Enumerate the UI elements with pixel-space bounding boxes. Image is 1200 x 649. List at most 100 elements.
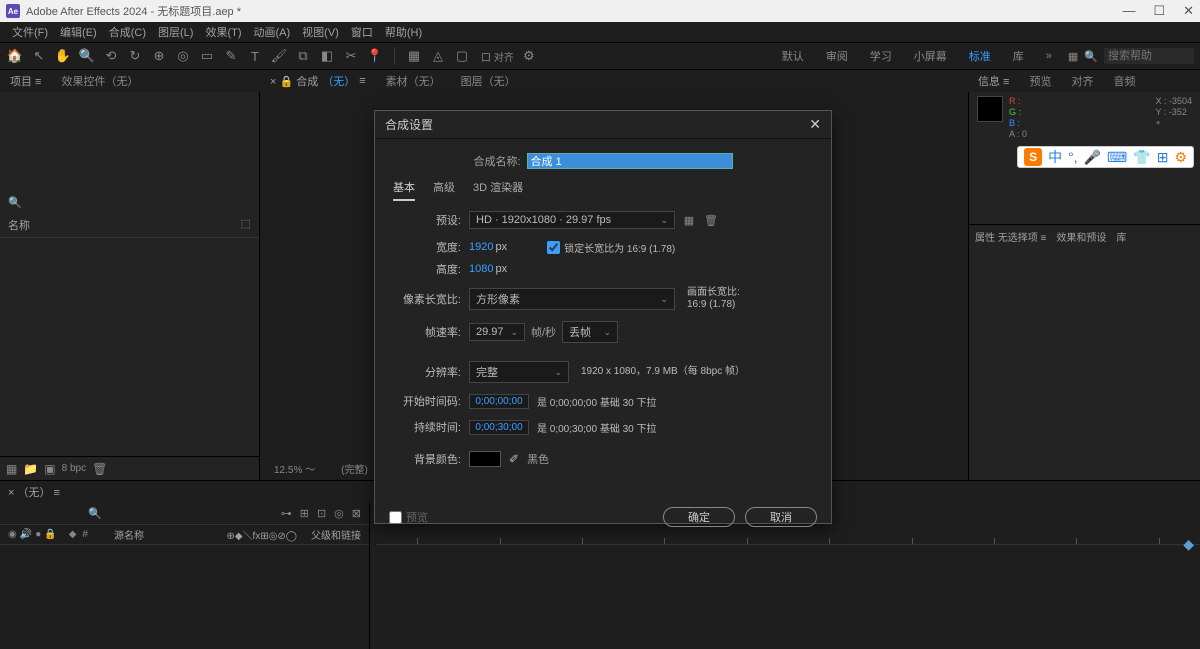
- ime-skin-icon[interactable]: 👕: [1133, 149, 1150, 166]
- pen-tool-icon[interactable]: ✎: [222, 47, 240, 65]
- preset-save-icon[interactable]: ▦: [681, 212, 697, 228]
- timeline-tab[interactable]: × （无） ≡: [8, 484, 60, 500]
- workspace-grid-icon[interactable]: ▦: [1068, 50, 1078, 63]
- ime-lang-icon[interactable]: 中: [1048, 147, 1062, 167]
- menu-effect[interactable]: 效果(T): [199, 22, 247, 42]
- effects-presets-tab[interactable]: 效果和预设: [1056, 229, 1106, 244]
- workspace-default[interactable]: 默认: [782, 48, 804, 64]
- ime-punct-icon[interactable]: °,: [1068, 149, 1078, 165]
- ime-toolbox-icon[interactable]: ⊞: [1157, 149, 1169, 166]
- preset-dropdown[interactable]: HD · 1920x1080 · 29.97 fps⌄: [469, 211, 675, 229]
- tl-solo-icon[interactable]: ●: [35, 529, 41, 540]
- brush-tool-icon[interactable]: 🖌: [270, 47, 288, 65]
- dialog-close-icon[interactable]: ✕: [809, 116, 821, 133]
- tl-index-icon[interactable]: #: [82, 529, 88, 540]
- tl-audio-icon[interactable]: 🔊: [20, 529, 32, 540]
- layer-panel-tab[interactable]: 图层（无）: [451, 70, 526, 92]
- project-column-icon[interactable]: ⬚: [241, 217, 251, 233]
- tl-parent-col[interactable]: 父级和链接: [311, 527, 361, 542]
- effect-controls-tab[interactable]: 效果控件（无）: [51, 70, 148, 92]
- properties-panel-tab[interactable]: 属性 无选择项 ≡: [975, 229, 1046, 244]
- project-panel-tab[interactable]: 项目 ≡: [0, 70, 51, 92]
- mode-icon-1[interactable]: ▦: [405, 47, 423, 65]
- project-search[interactable]: 🔍: [0, 192, 259, 213]
- width-value[interactable]: 1920: [469, 241, 493, 253]
- roto-tool-icon[interactable]: ✂: [342, 47, 360, 65]
- start-tc-input[interactable]: [469, 394, 529, 409]
- timeline-opt-icon-4[interactable]: ◎: [334, 507, 344, 520]
- menu-window[interactable]: 窗口: [345, 22, 379, 42]
- workspace-standard[interactable]: 标准: [969, 48, 991, 64]
- ime-settings-icon[interactable]: ⚙: [1174, 149, 1187, 166]
- height-value[interactable]: 1080: [469, 263, 493, 275]
- clone-tool-icon[interactable]: ⧉: [294, 47, 312, 65]
- tab-3d-renderer[interactable]: 3D 渲染器: [473, 179, 523, 201]
- fps-dropdown[interactable]: 29.97⌄: [469, 323, 525, 341]
- mode-icon-2[interactable]: ◬: [429, 47, 447, 65]
- timeline-marker-icon[interactable]: ◆: [1183, 536, 1194, 553]
- workspace-more[interactable]: »: [1046, 50, 1052, 62]
- workspace-small[interactable]: 小屏幕: [914, 48, 947, 64]
- par-dropdown[interactable]: 方形像素⌄: [469, 288, 675, 310]
- eyedropper-icon[interactable]: ✐: [509, 452, 519, 466]
- timeline-opt-icon-1[interactable]: ⊶: [281, 507, 292, 520]
- search-icon[interactable]: 🔍: [1084, 50, 1098, 63]
- close-button[interactable]: ✕: [1183, 3, 1194, 19]
- cancel-button[interactable]: 取消: [745, 507, 817, 527]
- libraries-tab[interactable]: 库: [1116, 229, 1126, 244]
- ime-mic-icon[interactable]: 🎤: [1084, 149, 1101, 166]
- timeline-search-icon[interactable]: 🔍: [88, 507, 102, 520]
- duration-input[interactable]: [469, 420, 529, 435]
- project-trash-icon[interactable]: 🗑: [92, 462, 107, 476]
- anchor-tool-icon[interactable]: ◎: [174, 47, 192, 65]
- preview-checkbox[interactable]: [389, 511, 402, 524]
- composition-panel-tab[interactable]: × 🔒 合成 （无） ≡: [260, 70, 376, 92]
- mode-icon-3[interactable]: ▢: [453, 47, 471, 65]
- camera-tool-icon[interactable]: ⊕: [150, 47, 168, 65]
- lock-aspect-checkbox[interactable]: [547, 241, 560, 254]
- eraser-tool-icon[interactable]: ◧: [318, 47, 336, 65]
- maximize-button[interactable]: ☐: [1153, 3, 1165, 19]
- type-tool-icon[interactable]: T: [246, 47, 264, 65]
- align-panel-tab[interactable]: 对齐: [1061, 70, 1103, 92]
- resolution-dropdown[interactable]: 完整⌄: [469, 361, 569, 383]
- more-tools-icon[interactable]: ⚙: [520, 47, 538, 65]
- timeline-opt-icon-5[interactable]: ⊠: [352, 507, 361, 520]
- project-interpret-icon[interactable]: ▦: [6, 462, 17, 476]
- tab-advanced[interactable]: 高级: [433, 179, 455, 201]
- footage-panel-tab[interactable]: 素材（无）: [376, 70, 451, 92]
- tl-label-icon[interactable]: ◆: [69, 529, 77, 540]
- sogou-icon[interactable]: S: [1024, 148, 1042, 166]
- menu-animation[interactable]: 动画(A): [248, 22, 297, 42]
- minimize-button[interactable]: —: [1122, 3, 1135, 19]
- comp-name-input[interactable]: [527, 153, 733, 169]
- preset-delete-icon[interactable]: 🗑: [703, 212, 719, 228]
- audio-panel-tab[interactable]: 音频: [1103, 70, 1145, 92]
- timeline-opt-icon-3[interactable]: ⊡: [317, 507, 326, 520]
- tl-lock-icon[interactable]: 🔒: [44, 529, 56, 540]
- project-folder-icon[interactable]: 📁: [23, 462, 38, 476]
- info-panel-tab[interactable]: 信息 ≡: [968, 70, 1019, 92]
- orbit-tool-icon[interactable]: ⟲: [102, 47, 120, 65]
- menu-edit[interactable]: 编辑(E): [54, 22, 103, 42]
- resolution-dropdown[interactable]: (完整): [335, 460, 374, 477]
- workspace-review[interactable]: 审阅: [826, 48, 848, 64]
- shape-tool-icon[interactable]: ▭: [198, 47, 216, 65]
- zoom-tool-icon[interactable]: 🔍: [78, 47, 96, 65]
- menu-view[interactable]: 视图(V): [296, 22, 345, 42]
- timeline-opt-icon-2[interactable]: ⊞: [300, 507, 309, 520]
- workspace-learn[interactable]: 学习: [870, 48, 892, 64]
- zoom-dropdown[interactable]: 12.5% ～: [268, 460, 321, 477]
- project-comp-icon[interactable]: ▣: [44, 462, 55, 476]
- project-bpc[interactable]: 8 bpc: [62, 463, 86, 474]
- ime-toolbar[interactable]: S 中 °, 🎤 ⌨ 👕 ⊞ ⚙: [1017, 146, 1194, 168]
- bgcolor-swatch[interactable]: [469, 451, 501, 467]
- menu-layer[interactable]: 图层(L): [152, 22, 199, 42]
- selection-tool-icon[interactable]: ↖: [30, 47, 48, 65]
- ime-keyboard-icon[interactable]: ⌨: [1107, 149, 1127, 166]
- home-icon[interactable]: 🏠: [6, 47, 24, 65]
- rotate-tool-icon[interactable]: ↻: [126, 47, 144, 65]
- snapping-label[interactable]: 口 对齐: [481, 49, 514, 64]
- menu-help[interactable]: 帮助(H): [379, 22, 428, 42]
- help-search-input[interactable]: [1104, 48, 1194, 64]
